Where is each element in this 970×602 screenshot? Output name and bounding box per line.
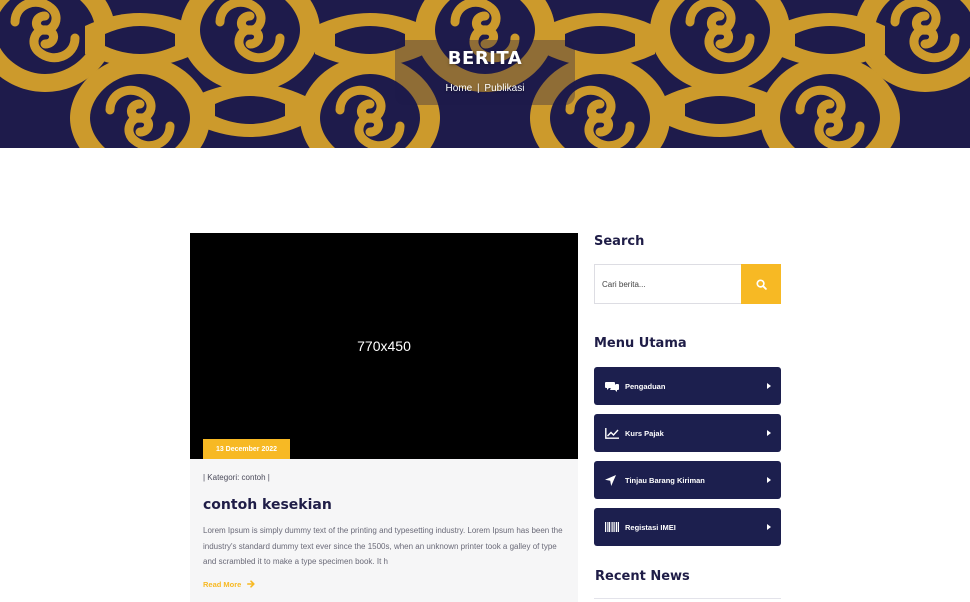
chart-line-icon [605,427,621,439]
breadcrumb: Home | Publikasi [0,83,970,94]
search-icon [755,278,767,290]
read-more-label: Read More [203,579,242,589]
search-form [594,264,781,304]
post-excerpt: Lorem Ipsum is simply dummy text of the … [203,526,563,566]
page-title: BERITA [447,48,523,69]
barcode-icon [605,522,621,532]
post-title-link[interactable]: contoh kesekian [203,497,565,513]
post-date-badge: 13 December 2022 [203,439,290,459]
post-body: | Kategori: contoh | contoh kesekian Lor… [190,459,578,602]
recent-news-divider [594,598,781,599]
read-more-link[interactable]: Read More [203,580,565,589]
arrow-right-icon [247,580,255,588]
menu-item-label: Pengaduan [625,381,666,391]
menu-item-kurs-pajak[interactable]: Kurs Pajak [594,414,781,452]
menu-item-tinjau-barang-kiriman[interactable]: Tinjau Barang Kiriman [594,461,781,499]
breadcrumb-current: Publikasi [484,83,525,94]
caret-right-icon [763,430,771,436]
caret-right-icon [763,524,771,530]
menu-item-label: Tinjau Barang Kiriman [625,475,705,485]
menu-item-pengaduan[interactable]: Pengaduan [594,367,781,405]
post-category-meta: | Kategori: contoh | [203,473,270,482]
menu-widget-title: Menu Utama [594,336,687,351]
menu-item-label: Registasi IMEI [625,522,676,532]
batik-pattern-background [0,0,970,148]
location-arrow-icon [605,474,621,486]
page-hero-banner: BERITA Home | Publikasi [0,0,970,148]
recent-news-title: Recent News [595,569,690,584]
search-button[interactable] [741,264,781,304]
post-thumbnail[interactable]: 770x450 [190,233,578,459]
comments-icon [605,381,621,392]
menu-item-label: Kurs Pajak [625,428,664,438]
caret-right-icon [763,477,771,483]
search-input[interactable] [595,265,741,303]
thumbnail-placeholder-text: 770x450 [357,338,411,354]
caret-right-icon [763,383,771,389]
breadcrumb-separator: | [477,83,480,94]
breadcrumb-home-link[interactable]: Home [446,83,473,94]
search-widget-title: Search [594,234,645,249]
menu-item-registasi-imei[interactable]: Registasi IMEI [594,508,781,546]
